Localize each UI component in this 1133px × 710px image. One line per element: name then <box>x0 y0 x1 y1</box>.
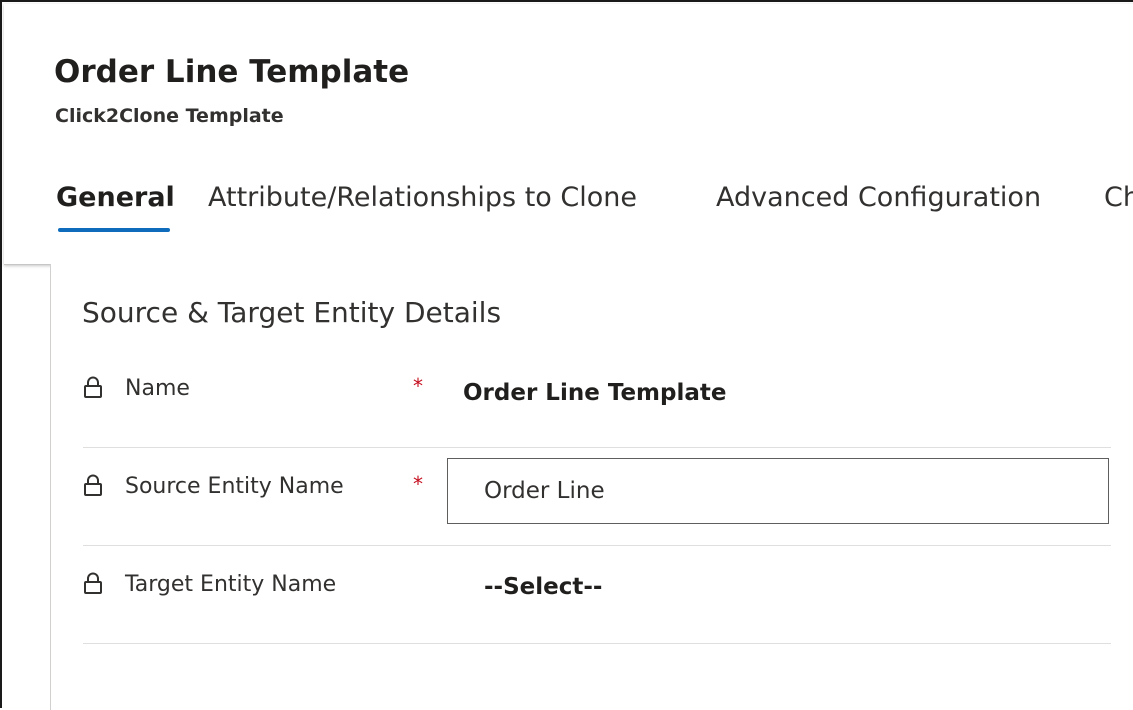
active-tab-indicator <box>58 228 170 232</box>
source-entity-input[interactable] <box>447 458 1109 524</box>
record-subtitle: Click2Clone Template <box>55 105 284 127</box>
tab-label: Ch <box>1104 182 1133 213</box>
field-label-name: Name <box>125 376 190 401</box>
lock-icon <box>84 376 102 398</box>
target-entity-select[interactable]: --Select-- <box>484 574 602 600</box>
required-indicator: * <box>413 374 423 398</box>
form-header: Order Line Template Click2Clone Template… <box>4 4 1133 265</box>
tab-label: Attribute/Relationships to Clone <box>208 182 637 213</box>
tab-list: General Attribute/Relationships to Clone… <box>54 182 1133 242</box>
tab-ch[interactable]: Ch <box>1104 182 1133 234</box>
lock-icon <box>84 572 102 594</box>
tab-attribute-relationships[interactable]: Attribute/Relationships to Clone <box>208 182 637 234</box>
field-row-source-entity: Source Entity Name * <box>83 448 1111 546</box>
tab-advanced-configuration[interactable]: Advanced Configuration <box>716 182 1041 234</box>
lock-icon <box>84 474 102 496</box>
tab-label: Advanced Configuration <box>716 182 1042 213</box>
form-frame: Order Line Template Click2Clone Template… <box>0 0 1133 710</box>
section-title: Source & Target Entity Details <box>82 296 502 329</box>
field-label-target-entity: Target Entity Name <box>125 572 337 597</box>
tab-general[interactable]: General <box>56 182 175 234</box>
field-label-source-entity: Source Entity Name <box>125 474 344 499</box>
tab-label: General <box>56 182 175 213</box>
required-indicator: * <box>413 472 423 496</box>
name-value[interactable]: Order Line Template <box>463 380 727 406</box>
field-row-name: Name * Order Line Template <box>83 362 1111 448</box>
section-source-target: Source & Target Entity Details Name * Or… <box>50 264 1133 710</box>
field-row-target-entity: Target Entity Name --Select-- <box>83 546 1111 644</box>
record-title: Order Line Template <box>54 54 410 90</box>
